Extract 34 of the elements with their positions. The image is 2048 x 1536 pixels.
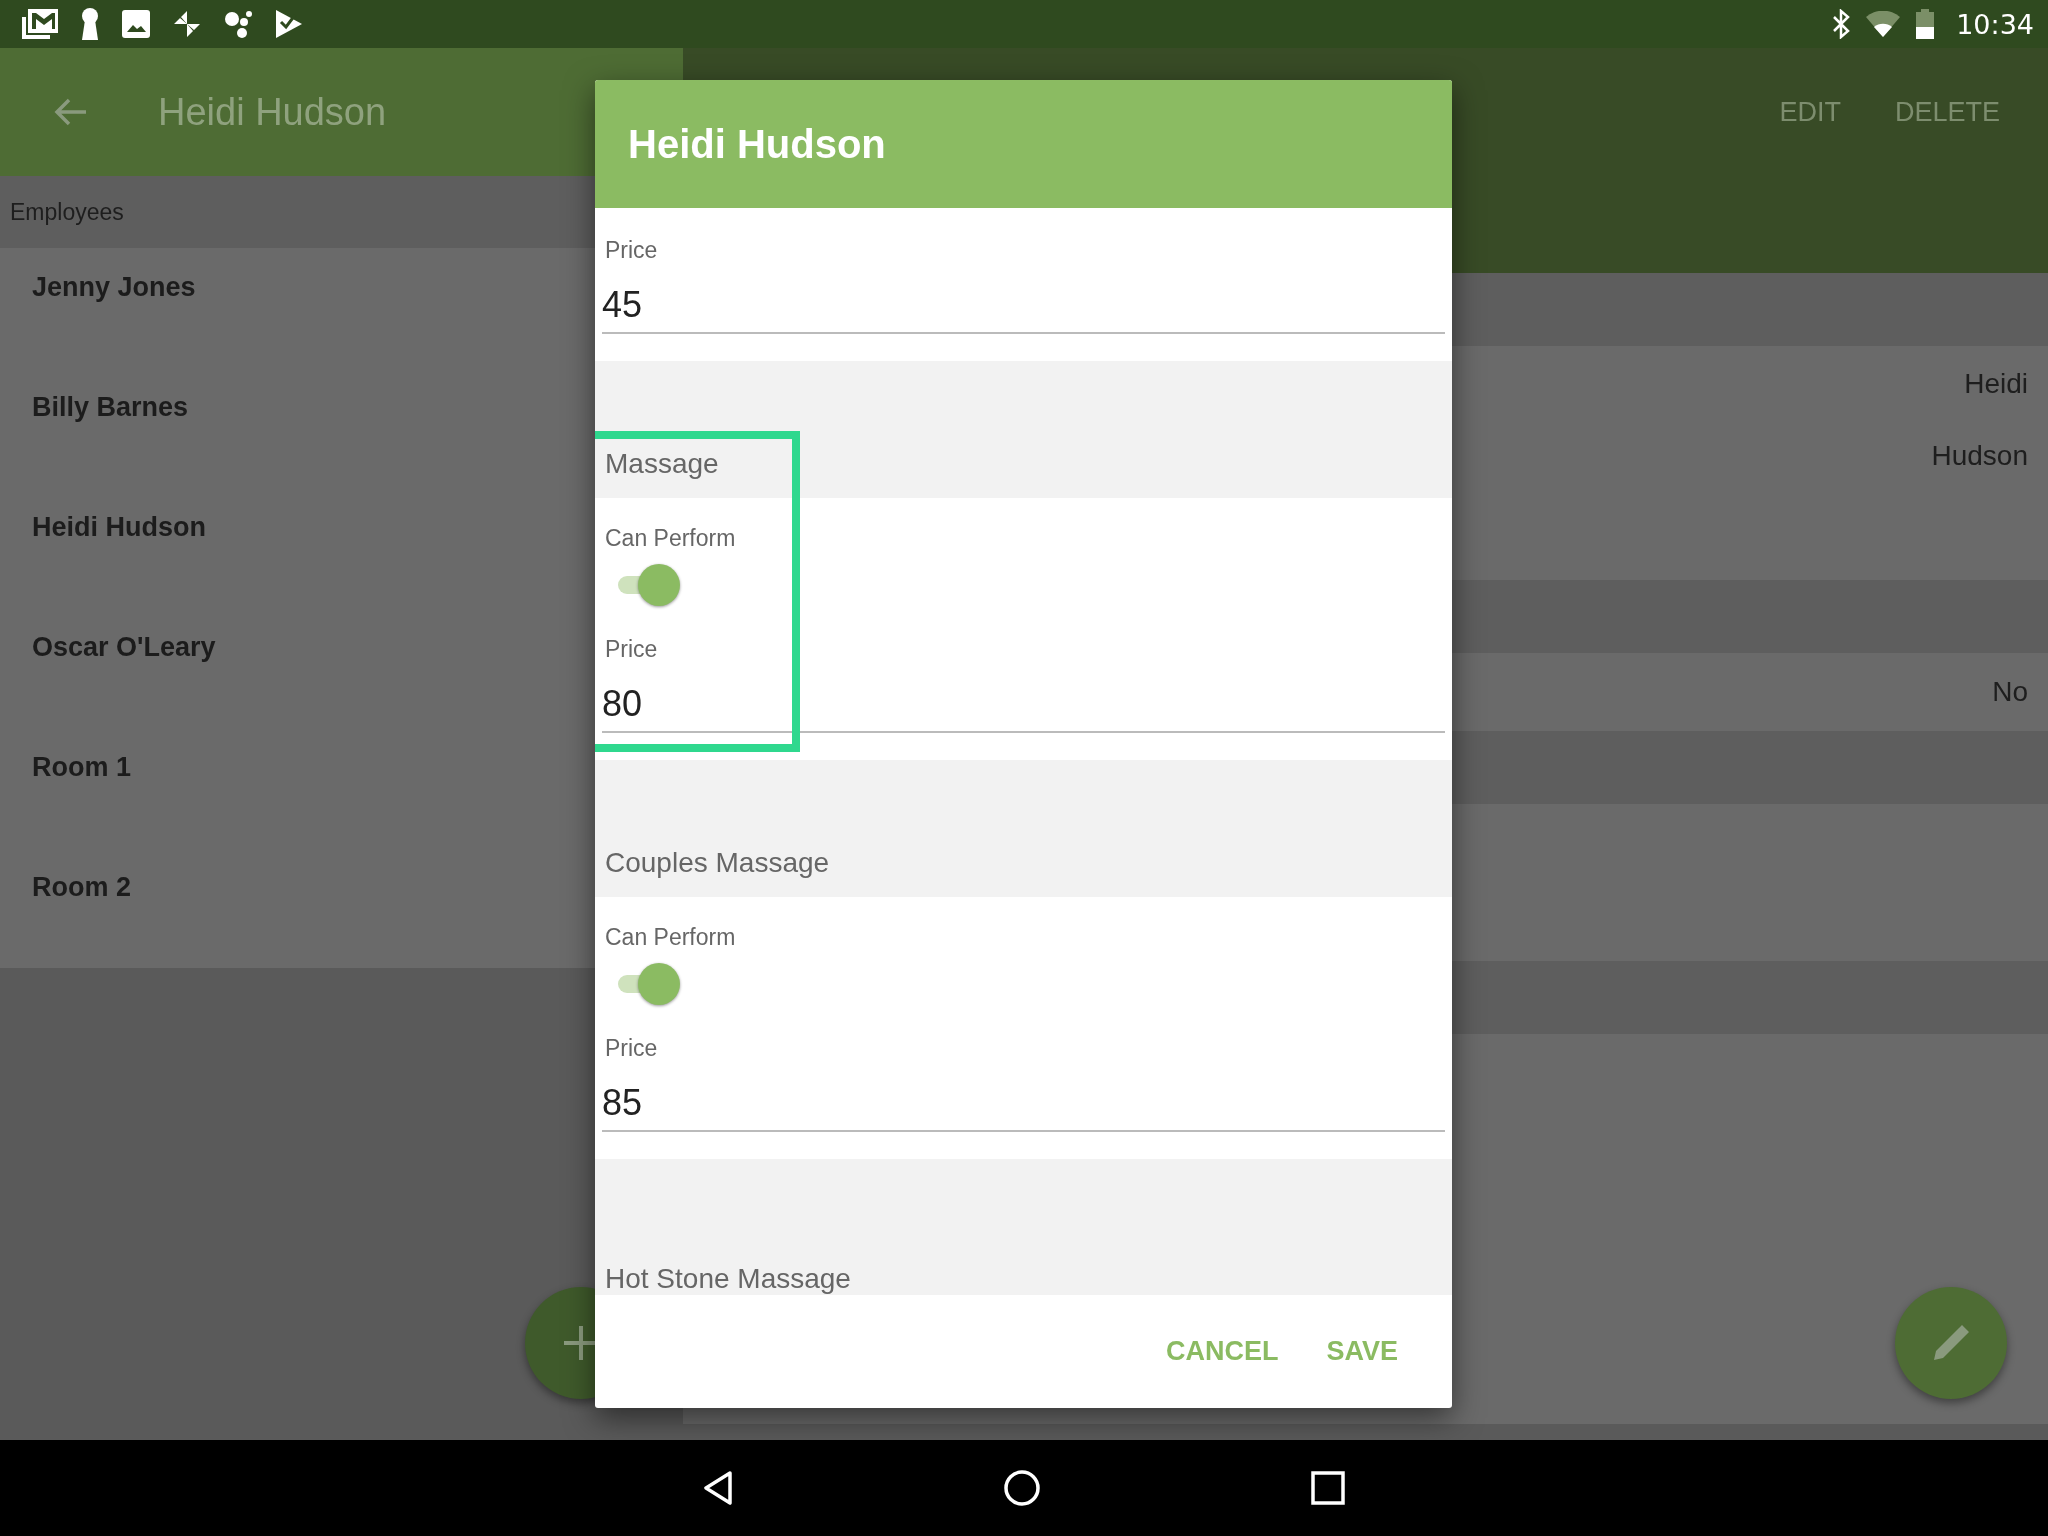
service-heading: Couples Massage — [605, 847, 830, 879]
battery-icon — [1916, 9, 1935, 39]
dialog-button[interactable]: SAVE — [1312, 1324, 1412, 1379]
dialog-button[interactable]: CANCEL — [1151, 1324, 1293, 1379]
home-icon[interactable] — [1003, 1469, 1041, 1507]
price-field[interactable]: 80 — [602, 663, 1445, 733]
service-heading: Hot Stone Massage — [605, 1263, 851, 1295]
field-label: Price — [605, 636, 658, 663]
field-value: No — [1992, 676, 2028, 708]
dots-icon — [224, 10, 254, 38]
price-field[interactable]: 85 — [602, 1062, 1445, 1132]
keyhole-icon — [80, 8, 100, 40]
field-value: Hudson — [1931, 440, 2028, 472]
checkmark-flag-icon — [276, 10, 302, 38]
recents-icon[interactable] — [1311, 1471, 1345, 1505]
clock-time: 10:34 — [1956, 8, 2034, 40]
mail-icon — [22, 9, 58, 39]
field-label: Can Perform — [605, 525, 736, 552]
field-value: Heidi — [1964, 368, 2028, 400]
toolbar-action[interactable]: DELETE — [1874, 86, 2020, 138]
field-label: Price — [605, 1035, 658, 1062]
plus-icon — [564, 1326, 598, 1360]
wifi-icon — [1866, 11, 1901, 37]
app-bar-title: Heidi Hudson — [158, 90, 387, 134]
service-heading: Massage — [605, 448, 719, 480]
field-label: Can Perform — [605, 924, 736, 951]
toolbar-action[interactable]: EDIT — [1759, 86, 1861, 138]
back-icon[interactable] — [703, 1471, 733, 1505]
pencil-icon — [1932, 1324, 1970, 1362]
price-field[interactable]: 45 — [602, 264, 1445, 334]
dialog-title: Heidi Hudson — [628, 121, 886, 167]
bluetooth-icon — [1832, 9, 1851, 39]
pinwheel-icon — [172, 9, 202, 39]
image-icon — [122, 10, 150, 38]
